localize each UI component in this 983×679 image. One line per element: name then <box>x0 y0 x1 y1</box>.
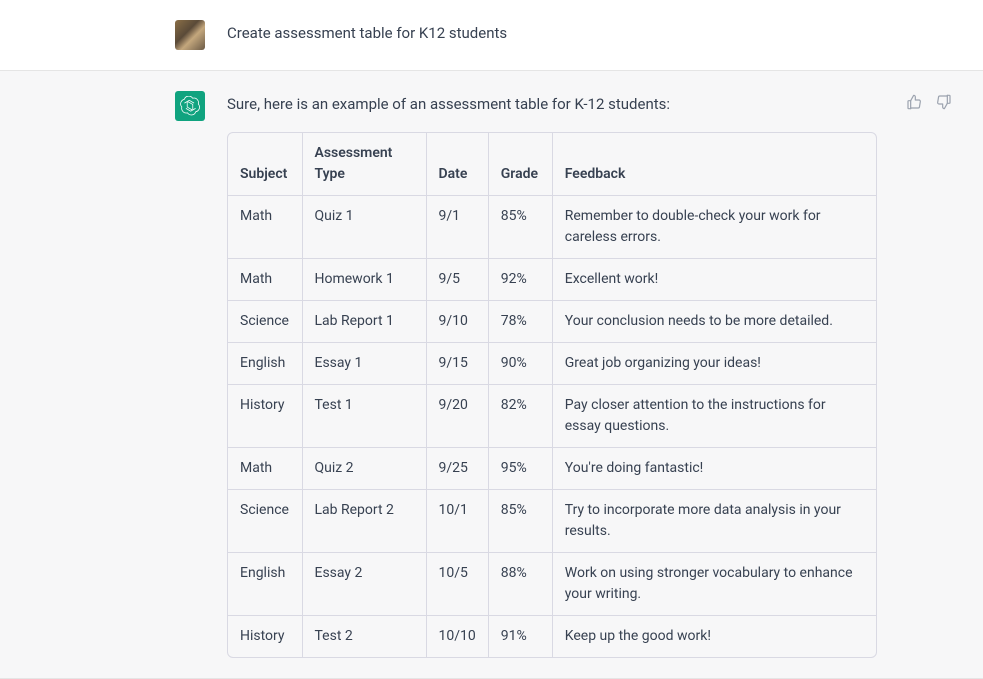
cell-grade: 95% <box>488 447 552 489</box>
cell-type: Test 2 <box>302 615 426 657</box>
assistant-message-row: Sure, here is an example of an assessmen… <box>0 71 983 679</box>
header-type: Assessment Type <box>302 133 426 196</box>
cell-grade: 88% <box>488 552 552 615</box>
feedback-buttons <box>903 91 955 113</box>
cell-grade: 78% <box>488 300 552 342</box>
table-row: MathQuiz 29/2595%You're doing fantastic! <box>228 447 876 489</box>
cell-feedback: Remember to double-check your work for c… <box>552 195 876 258</box>
cell-grade: 82% <box>488 384 552 447</box>
user-message-row: Create assessment table for K12 students <box>0 0 983 71</box>
cell-date: 10/10 <box>426 615 488 657</box>
thumb-down-icon <box>936 94 952 110</box>
cell-subject: Math <box>228 258 302 300</box>
table-row: MathHomework 19/592%Excellent work! <box>228 258 876 300</box>
cell-type: Lab Report 2 <box>302 489 426 552</box>
cell-feedback: Work on using stronger vocabulary to enh… <box>552 552 876 615</box>
cell-date: 10/1 <box>426 489 488 552</box>
cell-date: 9/5 <box>426 258 488 300</box>
thumb-down-button[interactable] <box>933 91 955 113</box>
thumb-up-icon <box>906 94 922 110</box>
cell-feedback: Try to incorporate more data analysis in… <box>552 489 876 552</box>
cell-grade: 90% <box>488 342 552 384</box>
cell-grade: 91% <box>488 615 552 657</box>
header-subject: Subject <box>228 133 302 196</box>
cell-type: Essay 2 <box>302 552 426 615</box>
assistant-intro-row: Sure, here is an example of an assessmen… <box>227 93 955 132</box>
cell-subject: History <box>228 384 302 447</box>
table-row: HistoryTest 210/1091%Keep up the good wo… <box>228 615 876 657</box>
cell-date: 9/25 <box>426 447 488 489</box>
cell-date: 9/10 <box>426 300 488 342</box>
cell-type: Test 1 <box>302 384 426 447</box>
cell-subject: English <box>228 552 302 615</box>
chat-page: Create assessment table for K12 students… <box>0 0 983 679</box>
header-feedback: Feedback <box>552 133 876 196</box>
cell-date: 9/1 <box>426 195 488 258</box>
cell-subject: Math <box>228 447 302 489</box>
assistant-avatar <box>175 91 205 121</box>
openai-icon <box>180 96 200 116</box>
cell-type: Essay 1 <box>302 342 426 384</box>
table-row: ScienceLab Report 210/185%Try to incorpo… <box>228 489 876 552</box>
user-avatar <box>175 20 205 50</box>
cell-type: Quiz 2 <box>302 447 426 489</box>
cell-feedback: Keep up the good work! <box>552 615 876 657</box>
table-row: ScienceLab Report 19/1078%Your conclusio… <box>228 300 876 342</box>
cell-date: 9/20 <box>426 384 488 447</box>
table-row: HistoryTest 19/2082%Pay closer attention… <box>228 384 876 447</box>
cell-date: 9/15 <box>426 342 488 384</box>
table-header-row: Subject Assessment Type Date Grade Feedb… <box>228 133 876 196</box>
cell-type: Lab Report 1 <box>302 300 426 342</box>
assessment-table-wrap: Subject Assessment Type Date Grade Feedb… <box>227 132 877 658</box>
cell-date: 10/5 <box>426 552 488 615</box>
cell-feedback: You're doing fantastic! <box>552 447 876 489</box>
table-row: EnglishEssay 19/1590%Great job organizin… <box>228 342 876 384</box>
assistant-intro-text: Sure, here is an example of an assessmen… <box>227 93 893 116</box>
table-body: MathQuiz 19/185%Remember to double-check… <box>228 195 876 657</box>
thumb-up-button[interactable] <box>903 91 925 113</box>
cell-grade: 85% <box>488 489 552 552</box>
cell-subject: Science <box>228 489 302 552</box>
user-prompt-text: Create assessment table for K12 students <box>227 22 983 45</box>
table-row: MathQuiz 19/185%Remember to double-check… <box>228 195 876 258</box>
cell-feedback: Your conclusion needs to be more detaile… <box>552 300 876 342</box>
assessment-table: Subject Assessment Type Date Grade Feedb… <box>228 133 876 657</box>
assistant-message-content: Sure, here is an example of an assessmen… <box>227 91 955 658</box>
header-grade: Grade <box>488 133 552 196</box>
cell-subject: History <box>228 615 302 657</box>
cell-subject: Science <box>228 300 302 342</box>
cell-feedback: Great job organizing your ideas! <box>552 342 876 384</box>
cell-type: Homework 1 <box>302 258 426 300</box>
cell-feedback: Pay closer attention to the instructions… <box>552 384 876 447</box>
cell-type: Quiz 1 <box>302 195 426 258</box>
table-row: EnglishEssay 210/588%Work on using stron… <box>228 552 876 615</box>
cell-subject: English <box>228 342 302 384</box>
user-message-content: Create assessment table for K12 students <box>227 20 983 50</box>
header-date: Date <box>426 133 488 196</box>
cell-feedback: Excellent work! <box>552 258 876 300</box>
cell-grade: 85% <box>488 195 552 258</box>
cell-grade: 92% <box>488 258 552 300</box>
cell-subject: Math <box>228 195 302 258</box>
